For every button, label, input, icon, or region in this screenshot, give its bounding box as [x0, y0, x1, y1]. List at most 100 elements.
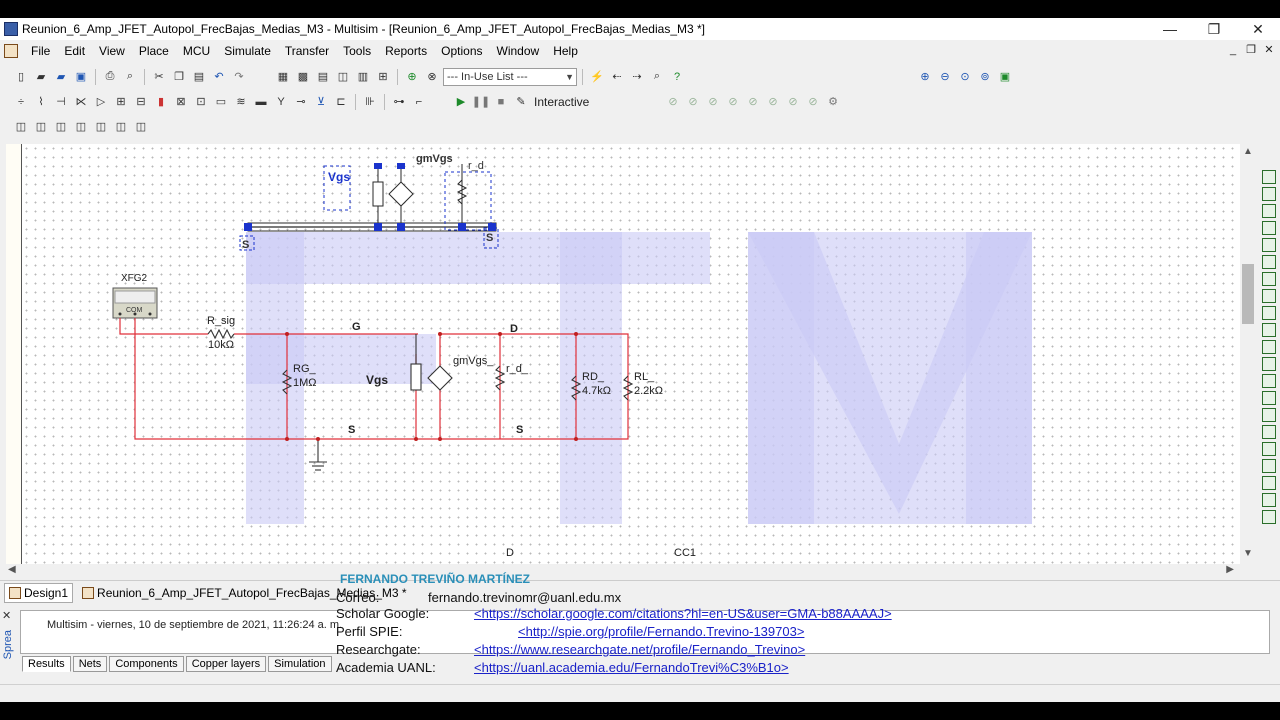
agilent-multimeter-icon[interactable] [1262, 425, 1276, 439]
bode-plotter-icon[interactable] [1262, 255, 1276, 269]
tab-design1[interactable]: Design1 [4, 582, 74, 603]
close-panel-icon[interactable]: ✕ [2, 610, 11, 622]
zoom-area-icon[interactable]: ⊙ [956, 68, 974, 86]
probe-reference-icon[interactable]: ⊘ [744, 93, 762, 111]
scroll-down-icon[interactable]: ▼ [1243, 548, 1253, 559]
menu-transfer[interactable]: Transfer [278, 40, 336, 62]
probe-differential-icon[interactable]: ⊘ [724, 93, 742, 111]
tab-schematic-file[interactable]: Reunion_6_Amp_JFET_Autopol_FrecBajas_Med… [77, 582, 412, 603]
grapher-icon[interactable]: ◫ [334, 68, 352, 86]
probe-clear-icon[interactable]: ⊘ [804, 93, 822, 111]
run-simulation-icon[interactable]: ▶ [452, 93, 470, 111]
current-probe-icon[interactable] [1262, 510, 1276, 524]
tab-nets[interactable]: Nets [72, 656, 108, 672]
vertical-scrollbar[interactable]: ▲ ▼ [1240, 144, 1256, 564]
postprocessor-view-icon[interactable]: ◫ [32, 118, 50, 136]
scroll-left-icon[interactable]: ◀ [8, 564, 16, 575]
menu-mcu[interactable]: MCU [176, 40, 217, 62]
network-analyzer-icon[interactable] [1262, 391, 1276, 405]
four-channel-oscilloscope-icon[interactable] [1262, 238, 1276, 252]
ni-elvismx-icon[interactable] [1262, 493, 1276, 507]
agilent-generator-icon[interactable] [1262, 408, 1276, 422]
document-icon[interactable] [4, 44, 18, 58]
interactive-mode-label[interactable]: Interactive [534, 95, 589, 109]
place-transistor-icon[interactable]: ⋉ [72, 93, 90, 111]
place-ttl-icon[interactable]: ⊞ [112, 93, 130, 111]
place-ni-icon[interactable]: ⊻ [312, 93, 330, 111]
print-preview-icon[interactable]: ⌕ [121, 68, 139, 86]
place-mixed-icon[interactable]: ⊠ [172, 93, 190, 111]
menu-help[interactable]: Help [546, 40, 585, 62]
frequency-counter-icon[interactable] [1262, 272, 1276, 286]
function-generator-xfg2[interactable]: XFG2 COM [112, 273, 158, 319]
place-power-icon[interactable]: ▭ [212, 93, 230, 111]
spreadsheet-view-icon[interactable]: ▤ [314, 68, 332, 86]
waveform-view-icon[interactable]: ◫ [92, 118, 110, 136]
place-cmos-icon[interactable]: ⊟ [132, 93, 150, 111]
place-indicator-icon[interactable]: ⊡ [192, 93, 210, 111]
place-advanced-peripherals-icon[interactable]: ▬ [252, 93, 270, 111]
cut-icon[interactable]: ✂ [150, 68, 168, 86]
postprocessor-icon[interactable]: ⊕ [403, 68, 421, 86]
undo-icon[interactable]: ↶ [210, 68, 228, 86]
horizontal-scrollbar[interactable]: ◀ ▶ [8, 564, 1234, 578]
place-connector-icon[interactable]: ⊏ [332, 93, 350, 111]
place-diode-icon[interactable]: ⊣ [52, 93, 70, 111]
bode-view-icon[interactable]: ◫ [72, 118, 90, 136]
probe-digital-icon[interactable]: ⊘ [764, 93, 782, 111]
agilent-oscilloscope-icon[interactable] [1262, 442, 1276, 456]
tektronix-oscilloscope-icon[interactable] [1262, 459, 1276, 473]
distortion-analyzer-icon[interactable] [1262, 357, 1276, 371]
forward-annotate-icon[interactable]: ⇢ [628, 68, 646, 86]
wattmeter-icon[interactable] [1262, 204, 1276, 218]
tab-results[interactable]: Results [22, 656, 71, 672]
word-generator-icon[interactable] [1262, 289, 1276, 303]
mdi-minimize-button[interactable]: _ [1226, 43, 1240, 57]
menu-file[interactable]: File [24, 40, 57, 62]
place-bus-icon[interactable]: ⌐ [410, 93, 428, 111]
place-rf-icon[interactable]: Y [272, 93, 290, 111]
schematic-canvas[interactable]: Vgs gmVgs r_d S S XFG2 COM R_sig 10kΩ G … [22, 144, 1240, 564]
gear-icon[interactable]: ⚙ [824, 93, 842, 111]
mdi-close-button[interactable]: ✕ [1262, 43, 1276, 57]
copy-icon[interactable]: ❐ [170, 68, 188, 86]
labview-instrument-icon[interactable] [1262, 476, 1276, 490]
place-source-icon[interactable]: ÷ [12, 93, 30, 111]
database-icon[interactable]: ▥ [354, 68, 372, 86]
menu-edit[interactable]: Edit [57, 40, 92, 62]
probe-current-icon[interactable]: ⊘ [684, 93, 702, 111]
tab-simulation[interactable]: Simulation [268, 656, 332, 672]
in-use-list-dropdown[interactable]: --- In-Use List --- ▼ [443, 67, 577, 86]
place-misc-icon[interactable]: ≋ [232, 93, 250, 111]
close-button[interactable]: ✕ [1236, 18, 1280, 40]
signal-view-icon[interactable]: ◫ [132, 118, 150, 136]
interactive-analysis-icon[interactable]: ✎ [512, 93, 530, 111]
menu-simulate[interactable]: Simulate [217, 40, 278, 62]
vertical-scroll-thumb[interactable] [1242, 264, 1254, 324]
scope-view-icon[interactable]: ◫ [52, 118, 70, 136]
open-icon[interactable]: ▰ [32, 68, 50, 86]
place-basic-icon[interactable]: ⌇ [32, 93, 50, 111]
restore-button[interactable]: ❐ [1192, 18, 1236, 40]
probe-power-icon[interactable]: ⊘ [704, 93, 722, 111]
menu-reports[interactable]: Reports [378, 40, 434, 62]
electrical-rules-icon[interactable]: ⊗ [423, 68, 441, 86]
open-sample-icon[interactable]: ▰ [52, 68, 70, 86]
redo-icon[interactable]: ↷ [230, 68, 248, 86]
menu-window[interactable]: Window [490, 40, 547, 62]
zoom-in-icon[interactable]: ⊕ [916, 68, 934, 86]
new-icon[interactable]: ▯ [12, 68, 30, 86]
oscilloscope-icon[interactable] [1262, 221, 1276, 235]
scroll-up-icon[interactable]: ▲ [1243, 146, 1253, 157]
probe-settings-icon[interactable]: ⊘ [784, 93, 802, 111]
menu-place[interactable]: Place [132, 40, 176, 62]
stop-simulation-icon[interactable]: ■ [492, 93, 510, 111]
menu-tools[interactable]: Tools [336, 40, 378, 62]
paste-icon[interactable]: ▤ [190, 68, 208, 86]
logic-analyzer-icon[interactable] [1262, 323, 1276, 337]
zoom-sheet-icon[interactable]: ⊚ [976, 68, 994, 86]
tab-components[interactable]: Components [109, 656, 184, 672]
function-generator-icon[interactable] [1262, 187, 1276, 201]
multimeter-icon[interactable] [1262, 170, 1276, 184]
help-icon[interactable]: ? [668, 68, 686, 86]
